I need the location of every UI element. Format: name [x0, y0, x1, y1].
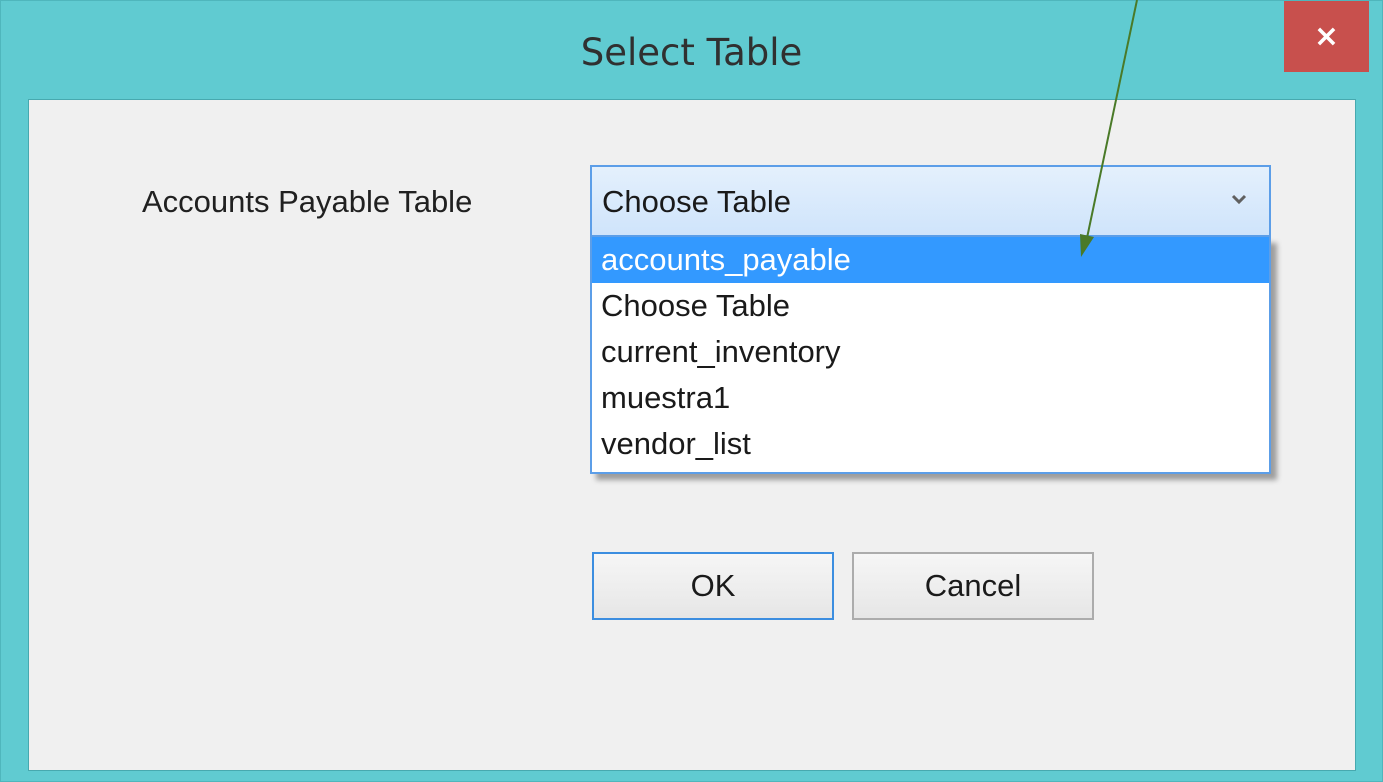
dropdown-option-accounts-payable[interactable]: accounts_payable — [592, 237, 1269, 283]
window-title: Select Table — [580, 31, 803, 74]
chevron-down-icon[interactable] — [1229, 189, 1249, 209]
table-combo-box[interactable]: Choose Table — [590, 165, 1271, 237]
dialog-window: Select Table × Accounts Payable Table Ch… — [0, 0, 1383, 782]
dropdown-option-current-inventory[interactable]: current_inventory — [592, 329, 1269, 375]
close-button[interactable]: × — [1284, 1, 1369, 72]
accounts-payable-table-label: Accounts Payable Table — [142, 184, 473, 219]
cancel-button[interactable]: Cancel — [852, 552, 1094, 620]
close-icon: × — [1313, 19, 1340, 54]
title-bar[interactable]: Select Table × — [1, 1, 1382, 99]
ok-button[interactable]: OK — [592, 552, 834, 620]
dropdown-option-vendor-list[interactable]: vendor_list — [592, 421, 1269, 467]
dropdown-option-muestra1[interactable]: muestra1 — [592, 375, 1269, 421]
dropdown-option-choose-table[interactable]: Choose Table — [592, 283, 1269, 329]
table-dropdown-list: accounts_payable Choose Table current_in… — [590, 237, 1271, 474]
combo-selected-value: Choose Table — [602, 184, 792, 219]
